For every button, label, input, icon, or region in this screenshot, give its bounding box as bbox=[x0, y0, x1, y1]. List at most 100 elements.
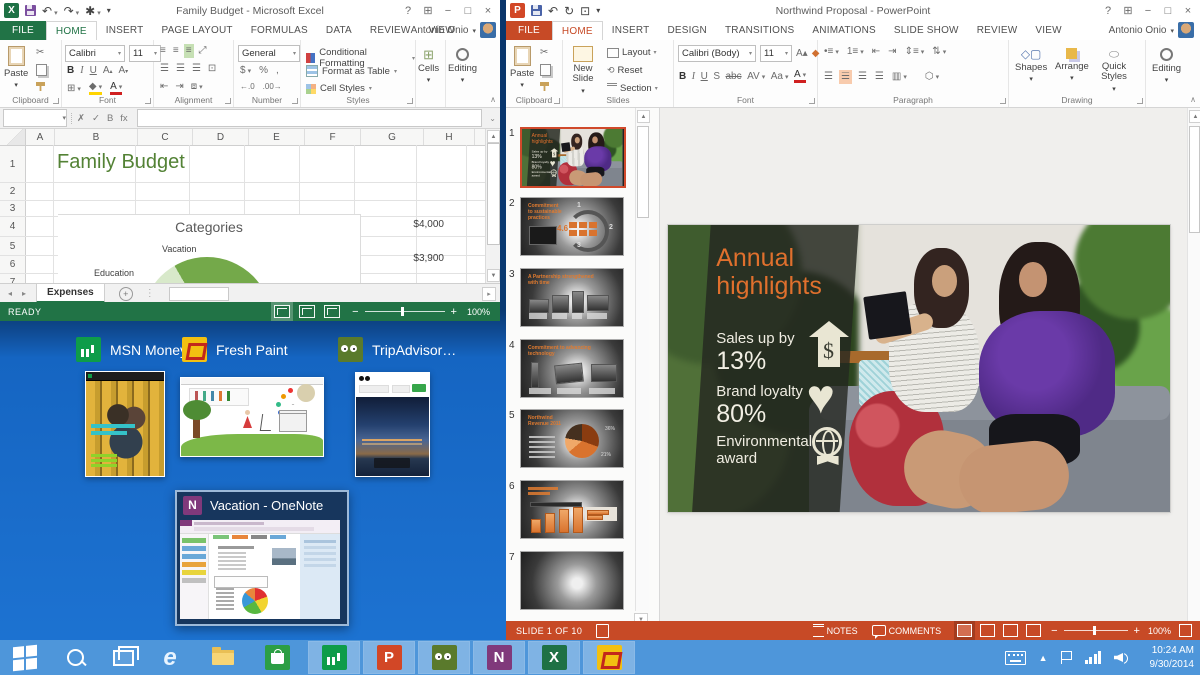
undo-icon[interactable]: ↶ bbox=[42, 5, 58, 17]
bold-button[interactable]: B bbox=[679, 72, 686, 82]
cells-button[interactable]: ⊞ Cells▾ bbox=[418, 48, 439, 84]
stat-value-sales[interactable]: 13% bbox=[716, 347, 766, 376]
cut-icon[interactable]: ✂ bbox=[36, 48, 47, 58]
collapse-ribbon-icon[interactable]: ∧ bbox=[490, 95, 496, 104]
wrap-text-icon[interactable]: ⊡ bbox=[208, 64, 216, 74]
fill-color-icon[interactable]: ◆ bbox=[89, 82, 102, 95]
app-header-msn-money[interactable]: MSN Money bbox=[76, 337, 187, 362]
pp-tab-animations[interactable]: ANIMATIONS bbox=[803, 21, 884, 40]
column-header[interactable]: B bbox=[55, 129, 138, 145]
normal-view-icon[interactable] bbox=[274, 305, 290, 318]
excel-zoom-level[interactable]: 100% bbox=[467, 307, 490, 317]
start-slideshow-icon[interactable]: ⊡ bbox=[580, 5, 590, 17]
tabbar-splitter[interactable]: ⋮ bbox=[145, 288, 155, 299]
font-size-combo[interactable]: 11▾ bbox=[760, 45, 792, 62]
taskbar-clock[interactable]: 10:24 AM 9/30/2014 bbox=[1150, 640, 1195, 675]
increase-font-icon[interactable]: A▴ bbox=[103, 66, 113, 76]
strikethrough-button[interactable]: abc bbox=[725, 72, 741, 82]
main-scroll-up-icon[interactable]: ▲ bbox=[1189, 110, 1200, 123]
percent-style-icon[interactable]: % bbox=[259, 66, 268, 76]
excel-titlebar[interactable]: X ↶ ↷ ✱ ▾ Family Budget - Microsoft Exce… bbox=[0, 0, 500, 21]
msn-money-window-preview[interactable] bbox=[85, 371, 165, 477]
bold-button[interactable]: B bbox=[67, 66, 74, 76]
hscroll-right-icon[interactable]: ▸ bbox=[482, 287, 496, 301]
taskbar-fresh-paint[interactable] bbox=[584, 642, 634, 673]
row-header[interactable]: 3 bbox=[0, 201, 26, 216]
text-shadow-button[interactable]: S bbox=[713, 72, 720, 82]
cancel-icon[interactable]: ✗ bbox=[77, 113, 85, 124]
columns-icon[interactable]: ▥ bbox=[892, 72, 907, 82]
align-right-icon[interactable]: ☰ bbox=[192, 64, 201, 74]
change-case-icon[interactable]: Aa bbox=[771, 72, 789, 82]
merge-center-icon[interactable]: ⧈ bbox=[191, 82, 203, 92]
page-layout-view-icon[interactable] bbox=[299, 305, 315, 318]
customize-qat-icon[interactable]: ▾ bbox=[596, 7, 600, 15]
top-align-icon[interactable]: ≡ bbox=[160, 46, 166, 56]
excel-horizontal-scrollbar[interactable] bbox=[169, 287, 229, 301]
clipboard-dialog-launcher[interactable] bbox=[554, 98, 560, 104]
paragraph-dialog-launcher[interactable] bbox=[1000, 98, 1006, 104]
select-all-corner[interactable] bbox=[0, 129, 26, 145]
pp-tab-file[interactable]: FILE bbox=[506, 21, 552, 40]
number-format-combo[interactable]: General▾ bbox=[238, 45, 300, 62]
font-dialog-launcher[interactable] bbox=[809, 98, 815, 104]
character-spacing-icon[interactable]: AV bbox=[747, 72, 765, 82]
slide-thumb-3[interactable]: A Partnership strengthened with time bbox=[520, 268, 624, 327]
column-header[interactable]: C bbox=[138, 129, 193, 145]
pp-tab-review[interactable]: REVIEW bbox=[968, 21, 1027, 40]
numbering-icon[interactable]: 1≡ bbox=[847, 47, 864, 57]
font-name-combo[interactable]: Calibri (Body)▾ bbox=[678, 45, 756, 62]
ribbon-display-options-icon[interactable]: ⊞ bbox=[1118, 4, 1138, 17]
format-painter-icon[interactable] bbox=[540, 82, 549, 91]
underline-button[interactable]: U bbox=[701, 72, 708, 82]
align-right-icon[interactable]: ☰ bbox=[858, 72, 867, 82]
ribbon-display-options-icon[interactable]: ⊞ bbox=[418, 4, 438, 17]
layout-button[interactable]: Layout▾ bbox=[607, 47, 657, 58]
slide-thumb-2[interactable]: Commitment to sustainable practices 1 2 … bbox=[520, 197, 624, 256]
italic-button[interactable]: I bbox=[80, 66, 83, 76]
increase-font-icon[interactable]: A▴ bbox=[796, 49, 808, 59]
column-header[interactable]: H bbox=[424, 129, 475, 145]
slideshow-view-icon[interactable] bbox=[1026, 624, 1041, 637]
cell-styles-button[interactable]: Cell Styles▾ bbox=[306, 83, 372, 94]
zoom-in-icon[interactable]: + bbox=[1134, 625, 1140, 637]
align-left-icon[interactable]: ☰ bbox=[160, 64, 169, 74]
row-header[interactable]: 4 bbox=[0, 217, 26, 236]
onenote-window-preview[interactable]: N Vacation - OneNote bbox=[175, 490, 349, 626]
pp-tab-view[interactable]: VIEW bbox=[1026, 21, 1070, 40]
pp-tab-transitions[interactable]: TRANSITIONS bbox=[716, 21, 803, 40]
excel-vertical-scrollbar[interactable]: ▲ ▼ bbox=[485, 129, 500, 283]
bottom-align-icon[interactable]: ≡ bbox=[186, 46, 192, 56]
excel-account-avatar[interactable] bbox=[480, 22, 496, 38]
slide-thumb-5[interactable]: Northwind Revenue 2011 36% 21% bbox=[520, 409, 624, 468]
pp-account[interactable]: Antonio Onio▾ bbox=[1109, 21, 1174, 40]
borders-icon[interactable]: ⊞ bbox=[67, 84, 81, 94]
font-color-icon[interactable]: A bbox=[110, 82, 122, 95]
minimize-icon[interactable]: − bbox=[1138, 5, 1158, 17]
excel-zoom-slider[interactable] bbox=[365, 311, 445, 312]
save-icon[interactable] bbox=[531, 5, 542, 16]
stat-label-environment[interactable]: Environmental award bbox=[716, 433, 801, 468]
increase-decimal-icon[interactable]: ←.0 bbox=[240, 83, 255, 91]
underline-button[interactable]: U bbox=[90, 66, 97, 76]
scroll-down-icon[interactable]: ▼ bbox=[487, 269, 500, 282]
excel-grid[interactable]: ABCDEFGH 1234567 Family Budget Categorie… bbox=[0, 129, 486, 283]
clipboard-dialog-launcher[interactable] bbox=[53, 98, 59, 104]
taskbar-powerpoint[interactable]: P bbox=[364, 642, 414, 673]
drawing-dialog-launcher[interactable] bbox=[1137, 98, 1143, 104]
slide-sorter-view-icon[interactable] bbox=[980, 624, 995, 637]
onenote-titlebar[interactable]: N Vacation - OneNote bbox=[177, 492, 347, 518]
save-icon[interactable] bbox=[25, 5, 36, 16]
insert-function-icon[interactable]: fx bbox=[120, 113, 127, 124]
customize-qat-icon[interactable]: ▾ bbox=[107, 7, 111, 15]
close-icon[interactable]: × bbox=[1178, 5, 1198, 17]
expand-formula-bar-icon[interactable]: ⌄ bbox=[489, 114, 496, 123]
new-sheet-icon[interactable]: + bbox=[119, 287, 133, 301]
collapse-ribbon-icon[interactable]: ∧ bbox=[1190, 95, 1196, 104]
app-header-tripadvisor[interactable]: TripAdvisor… bbox=[338, 337, 456, 362]
fresh-paint-window-preview[interactable] bbox=[180, 377, 324, 457]
increase-list-level-icon[interactable]: ⇥ bbox=[888, 47, 896, 57]
copy-icon[interactable] bbox=[36, 64, 47, 76]
orientation-icon[interactable]: ⤢ bbox=[199, 46, 207, 56]
excel-tab-insert[interactable]: INSERT bbox=[97, 21, 153, 40]
